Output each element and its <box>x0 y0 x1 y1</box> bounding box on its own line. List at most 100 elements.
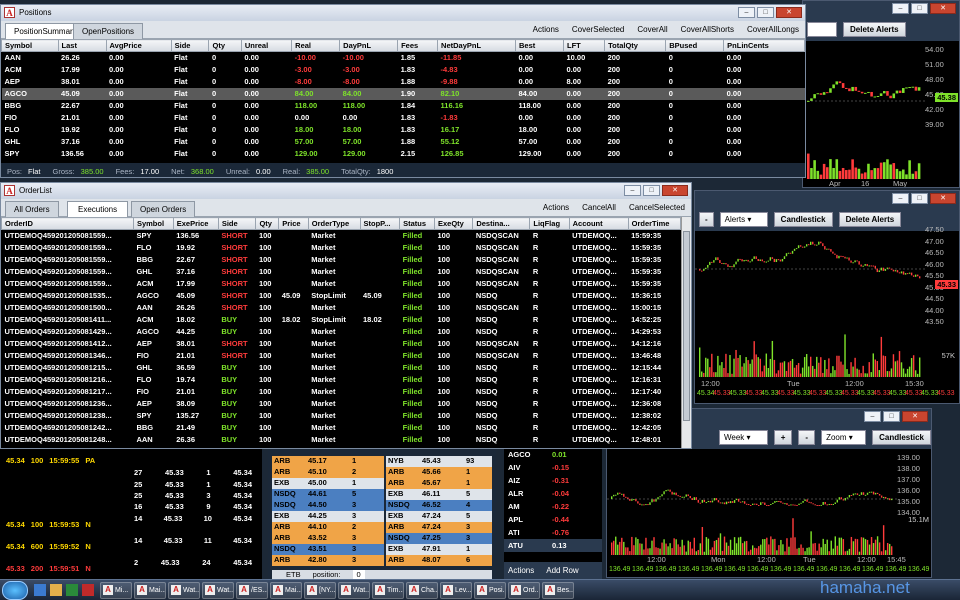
watchlist-row[interactable]: ATU 0.13 <box>504 539 602 552</box>
column-header[interactable]: LFT <box>562 39 606 52</box>
watchlist-row[interactable]: ATI -0.76 <box>504 526 602 539</box>
positions-action-4[interactable]: CoverAllLongs <box>747 21 799 39</box>
column-header[interactable]: Last <box>57 39 107 52</box>
watchlist-row[interactable]: AIZ -0.31 <box>504 474 602 487</box>
watchlist-row[interactable]: APL -0.44 <box>504 513 602 526</box>
column-header[interactable]: LiqFlag <box>529 217 570 230</box>
column-header[interactable]: Symbol <box>132 217 174 230</box>
level2-row[interactable]: ARB 48.07 6 <box>386 555 492 566</box>
level2-row[interactable]: EXB 45.00 1 <box>272 478 384 489</box>
column-header[interactable]: OrderID <box>1 217 134 230</box>
watchlist-actions-menu[interactable]: Actions <box>508 566 534 575</box>
level2-row[interactable]: EXB 44.25 3 <box>272 511 384 522</box>
column-header[interactable]: Symbol <box>1 39 59 52</box>
level2-row[interactable]: ARB 42.80 3 <box>272 555 384 566</box>
table-row[interactable]: BBG 22.67 0.00 Flat 0 0.00 118.00 118.00 1.84 116… <box>2 100 805 112</box>
maximize-icon[interactable]: □ <box>883 411 900 422</box>
taskbar-item[interactable]: A Wat... <box>168 581 200 599</box>
column-header[interactable]: Account <box>568 217 629 230</box>
positions-action-0[interactable]: Actions <box>533 21 559 39</box>
positions-action-2[interactable]: CoverAll <box>637 21 667 39</box>
table-row[interactable]: UTDEMOQ459201205081535... AGCO 45.09 SHORT 1… <box>2 290 681 302</box>
positions-action-3[interactable]: CoverAllShorts <box>681 21 734 39</box>
taskbar-item[interactable]: A Mai... <box>270 581 302 599</box>
column-header[interactable]: Fees <box>397 39 439 52</box>
taskbar-item[interactable]: A Tim... <box>372 581 404 599</box>
table-row[interactable]: UTDEMOQ459201205081559... FLO 19.92 SHORT 10… <box>2 242 681 254</box>
alerts-dropdown[interactable]: Alerts ▾ <box>719 211 768 227</box>
delete-alerts-button[interactable]: Delete Alerts <box>838 211 902 227</box>
column-header[interactable]: Side <box>170 39 210 52</box>
level2-row[interactable]: NSDQ 46.52 4 <box>386 500 492 511</box>
minimize-icon[interactable]: – <box>738 7 755 18</box>
orderlist-action-1[interactable]: CancelAll <box>582 199 616 217</box>
level2-row[interactable]: NSDQ 44.50 3 <box>272 500 384 511</box>
orderlist-action-2[interactable]: CancelSelected <box>629 199 685 217</box>
table-row[interactable]: ACM 17.99 0.00 Flat 0 0.00 -3.00 -3.00 1.83 -4.83… <box>2 64 805 76</box>
candlestick-button[interactable]: Candlestick <box>872 429 931 445</box>
chart1-titlebar[interactable]: – □ ✕ <box>803 1 959 17</box>
taskbar-item[interactable]: A Ord... <box>508 581 540 599</box>
table-row[interactable]: UTDEMOQ459201205081411... ACM 18.02 BUY 100 1… <box>2 314 681 326</box>
maximize-icon[interactable]: □ <box>757 7 774 18</box>
taskbar-item[interactable]: A Wat... <box>202 581 234 599</box>
table-row[interactable]: UTDEMOQ459201205081559... GHL 37.16 SHORT 10… <box>2 266 681 278</box>
table-row[interactable]: UTDEMOQ459201205081559... BBG 22.67 SHORT 10… <box>2 254 681 266</box>
positions-action-1[interactable]: CoverSelected <box>572 21 624 39</box>
positions-titlebar[interactable]: A Positions – □ ✕ <box>1 5 805 21</box>
column-header[interactable]: StopP... <box>359 217 401 230</box>
column-header[interactable]: Side <box>217 217 257 230</box>
column-header[interactable]: Price <box>278 217 309 230</box>
minimize-icon[interactable]: – <box>892 3 909 14</box>
explorer-icon[interactable] <box>34 584 46 596</box>
column-header[interactable]: OrderTime <box>627 217 682 230</box>
table-row[interactable]: FLO 19.92 0.00 Flat 0 0.00 18.00 18.00 1.83 16.17… <box>2 124 805 136</box>
close-icon[interactable]: ✕ <box>662 185 688 196</box>
watchlist-row[interactable]: AIV -0.15 <box>504 461 602 474</box>
level2-row[interactable]: NSDQ 47.25 3 <box>386 533 492 544</box>
column-header[interactable]: Real <box>291 39 341 52</box>
column-header[interactable]: OrderType <box>307 217 361 230</box>
table-row[interactable]: FIO 21.01 0.00 Flat 0 0.00 0.00 0.00 1.83 -1.83 0.… <box>2 112 805 124</box>
level2-row[interactable]: ARB 43.52 3 <box>272 533 384 544</box>
chart2-titlebar[interactable]: – □ ✕ <box>695 191 959 207</box>
column-header[interactable]: Status <box>399 217 435 230</box>
zoom-out-button[interactable]: - <box>798 429 816 445</box>
column-header[interactable]: Destina... <box>472 217 531 230</box>
level2-row[interactable]: ARB 45.67 1 <box>386 478 492 489</box>
taskbar-item[interactable]: A Cha... <box>406 581 438 599</box>
table-row[interactable]: UTDEMOQ459201205081500... AAN 26.26 SHORT 10… <box>2 302 681 314</box>
column-header[interactable]: Best <box>515 39 564 52</box>
start-button[interactable] <box>2 580 28 600</box>
taskbar-item[interactable]: APosi... <box>474 581 506 599</box>
taskbar-item[interactable]: A Mai... <box>134 581 166 599</box>
column-header[interactable]: Unreal <box>240 39 293 52</box>
table-row[interactable]: UTDEMOQ459201205081217... FIO 21.01 BUY 100 M… <box>2 386 681 398</box>
table-row[interactable]: UTDEMOQ459201205081238... SPY 135.27 BUY 100… <box>2 410 681 422</box>
tab-open-positions[interactable]: OpenPositions <box>73 23 144 39</box>
orderlist-titlebar[interactable]: A OrderList – □ ✕ <box>1 183 691 199</box>
close-icon[interactable]: ✕ <box>776 7 802 18</box>
level2-row[interactable]: ARB 44.10 2 <box>272 522 384 533</box>
taskbar-item[interactable]: A Lev... <box>440 581 472 599</box>
level2-row[interactable]: EXB 46.11 5 <box>386 489 492 500</box>
close-icon[interactable]: ✕ <box>930 3 956 14</box>
chart1-window-buttons[interactable]: – □ ✕ <box>892 3 956 14</box>
table-row[interactable]: SPY 136.56 0.00 Flat 0 0.00 129.00 129.00 2.15 12… <box>2 148 805 160</box>
column-header[interactable]: ExePrice <box>172 217 219 230</box>
taskbar-item[interactable]: A Bes... <box>542 581 574 599</box>
tab-executions[interactable]: Executions <box>67 201 129 217</box>
column-header[interactable]: BPused <box>665 39 725 52</box>
column-header[interactable]: PnLinCents <box>723 39 805 52</box>
table-row[interactable]: UTDEMOQ459201205081216... FLO 19.74 BUY 100 M… <box>2 374 681 386</box>
level2-row[interactable]: ARB 45.17 1 <box>272 456 384 467</box>
table-row[interactable]: UTDEMOQ459201205081429... AGCO 44.25 BUY 100… <box>2 326 681 338</box>
table-row[interactable]: AEP 38.01 0.00 Flat 0 0.00 -8.00 -8.00 1.88 -9.88… <box>2 76 805 88</box>
level2-row[interactable]: NSDQ 43.51 3 <box>272 544 384 555</box>
maximize-icon[interactable]: □ <box>911 3 928 14</box>
chart1-dropdown[interactable] <box>807 21 837 37</box>
column-header[interactable]: DayPnL <box>339 39 399 52</box>
table-row[interactable]: GHL 37.16 0.00 Flat 0 0.00 57.00 57.00 1.88 55.12… <box>2 136 805 148</box>
watchlist-row[interactable]: AM -0.22 <box>504 500 602 513</box>
level2-row[interactable]: EXB 47.24 5 <box>386 511 492 522</box>
